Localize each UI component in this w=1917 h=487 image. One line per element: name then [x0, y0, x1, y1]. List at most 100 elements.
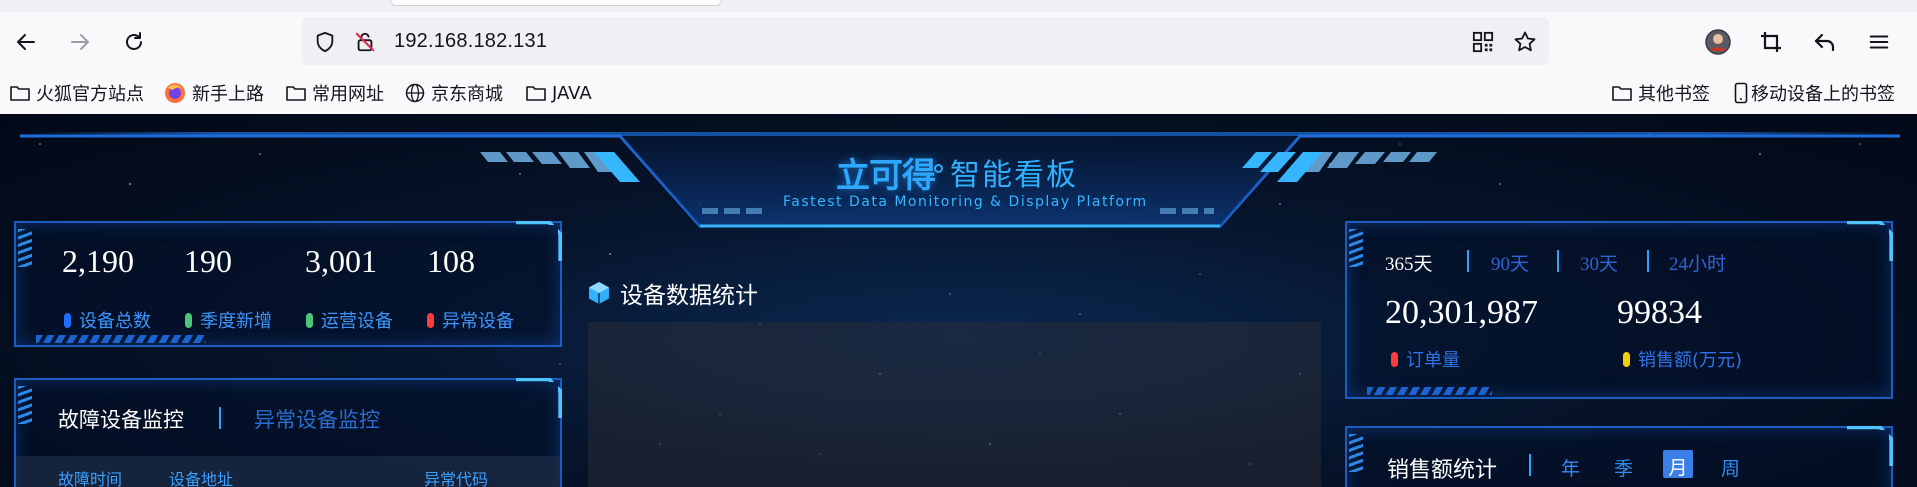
column-header-fault-time: 故障时间 — [58, 470, 123, 487]
sales-amount-value: 99834 — [1617, 294, 1702, 331]
navigation-toolbar: 192.168.182.131 — [0, 12, 1917, 72]
stat-label-text: 销售额(万元) — [1638, 350, 1743, 371]
center-title-text: 设备数据统计 — [620, 283, 758, 309]
stat-label-text: 季度新增 — [200, 311, 272, 332]
range-separator — [1647, 250, 1649, 272]
bookmark-label: 常用网址 — [312, 84, 384, 105]
column-header-error-code: 异常代码 — [424, 470, 489, 487]
bookmark-label: JAVA — [552, 82, 592, 104]
range-option-30d[interactable]: 30天 — [1580, 249, 1618, 276]
bookmark-folder-java[interactable]: JAVA — [526, 80, 592, 106]
center-section-title: 设备数据统计 — [588, 276, 758, 310]
stat-label-text: 运营设备 — [321, 311, 393, 332]
app-menu-button[interactable] — [1863, 26, 1895, 58]
panel-stripe-decoration — [1349, 229, 1363, 267]
range-option-24h[interactable]: 24小时 — [1669, 249, 1726, 276]
stat-label-total-devices: 设备总数 — [64, 307, 151, 333]
panel-stripe-decoration — [18, 229, 32, 267]
back-button[interactable] — [10, 26, 42, 58]
screenshot-button[interactable] — [1755, 26, 1787, 58]
stat-label-text: 订单量 — [1406, 350, 1460, 371]
title-dot-icon — [934, 164, 943, 173]
insecure-lock-icon[interactable] — [352, 29, 378, 55]
device-data-chart-area — [588, 322, 1321, 487]
tab-strip — [0, 0, 1917, 12]
stat-label-abnormal-devices: 异常设备 — [427, 307, 514, 333]
period-option-week[interactable]: 周 — [1721, 454, 1740, 481]
panel-corner-decoration — [1847, 426, 1893, 466]
bookmark-label: 京东商城 — [431, 84, 503, 105]
legend-dot-icon — [427, 312, 434, 328]
bookmark-label: 移动设备上的书签 — [1751, 84, 1895, 105]
stat-value-quarterly-new: 190 — [184, 243, 232, 279]
bookmark-folder-other[interactable]: 其他书签 — [1612, 80, 1710, 106]
shield-icon[interactable] — [312, 29, 338, 55]
hamburger-menu-icon — [1869, 35, 1889, 49]
stat-label-text: 异常设备 — [442, 311, 514, 332]
range-option-90d[interactable]: 90天 — [1491, 249, 1529, 276]
bookmark-folder-firefox-official[interactable]: 火狐官方站点 — [10, 80, 144, 106]
range-option-365d[interactable]: 365天 — [1385, 249, 1433, 276]
crop-icon — [1761, 32, 1781, 52]
bookmarks-toolbar: 火狐官方站点 新手上路 常用网址 京东商城 JAVA 其他书签 移动设备上的书签 — [0, 72, 1917, 114]
tab-fault-monitor[interactable]: 故障设备监控 — [58, 404, 184, 434]
panel-bottom-decoration — [1367, 387, 1492, 395]
range-separator — [1557, 250, 1559, 272]
globe-icon — [405, 83, 425, 103]
undo-arrow-icon — [1814, 33, 1835, 52]
folder-icon — [10, 86, 30, 101]
panel-bottom-decoration — [36, 335, 206, 343]
tab-abnormal-monitor[interactable]: 异常设备监控 — [254, 404, 380, 434]
bookmark-label: 火狐官方站点 — [36, 84, 144, 105]
device-stats-panel: 2,190 190 3,001 108 设备总数 季度新增 运营设备 异常设备 — [14, 221, 562, 347]
stat-value-total-devices: 2,190 — [62, 243, 134, 279]
address-bar[interactable]: 192.168.182.131 — [302, 17, 1549, 65]
panel-corner-decoration — [516, 378, 562, 418]
stat-label-text: 设备总数 — [79, 311, 151, 332]
period-option-year[interactable]: 年 — [1561, 454, 1580, 481]
period-option-month[interactable]: 月 — [1663, 450, 1693, 479]
legend-dot-icon — [185, 312, 192, 328]
legend-dot-icon — [64, 312, 71, 328]
legend-dot-icon — [1391, 351, 1398, 367]
bookmark-star-icon[interactable] — [1512, 29, 1538, 55]
bookmark-label: 新手上路 — [192, 84, 264, 105]
period-option-quarter[interactable]: 季 — [1614, 454, 1633, 481]
stat-label-operating-devices: 运营设备 — [306, 307, 393, 333]
panel-stripe-decoration — [1349, 434, 1363, 472]
forward-button[interactable] — [64, 26, 96, 58]
firefox-logo-icon — [165, 83, 185, 103]
page-subtitle: Fastest Data Monitoring & Display Platfo… — [783, 194, 1148, 210]
bookmark-folder-common-sites[interactable]: 常用网址 — [286, 80, 384, 106]
active-tab[interactable] — [390, 0, 722, 6]
undo-button[interactable] — [1809, 26, 1841, 58]
sales-amount-label: 销售额(万元) — [1623, 346, 1742, 372]
url-text[interactable]: 192.168.182.131 — [394, 30, 547, 53]
folder-icon — [526, 86, 546, 101]
cube-icon — [589, 282, 609, 304]
account-avatar-button[interactable] — [1702, 26, 1734, 58]
period-separator — [1529, 454, 1531, 476]
device-monitor-panel: 故障设备监控 异常设备监控 故障时间 设备地址 异常代码 — [14, 378, 562, 487]
legend-dot-icon — [306, 312, 313, 328]
bookmark-getting-started[interactable]: 新手上路 — [164, 80, 264, 106]
bookmark-jd-mall[interactable]: 京东商城 — [405, 80, 503, 106]
folder-icon — [286, 86, 306, 101]
bookmark-folder-mobile[interactable]: 移动设备上的书签 — [1734, 80, 1895, 106]
table-header-row: 故障时间 设备地址 异常代码 — [16, 456, 560, 487]
panel-corner-decoration — [516, 221, 562, 261]
folder-icon — [1612, 86, 1632, 101]
qr-code-icon[interactable] — [1470, 29, 1496, 55]
stat-value-abnormal-devices: 108 — [427, 243, 475, 279]
dashboard-page: 立可得 智能看板 Fastest Data Monitoring & Displ… — [0, 114, 1917, 487]
brand-logo: 立可得 — [836, 156, 936, 196]
legend-dot-icon — [1623, 351, 1630, 367]
arrow-right-icon — [71, 34, 89, 50]
range-separator — [1467, 250, 1469, 272]
column-header-device-address: 设备地址 — [169, 470, 234, 487]
reload-button[interactable] — [118, 26, 150, 58]
bookmark-label: 其他书签 — [1638, 84, 1710, 105]
sales-section-title: 销售额统计 — [1387, 458, 1498, 483]
avatar-icon — [1705, 29, 1731, 55]
stat-label-quarterly-new: 季度新增 — [185, 307, 272, 333]
